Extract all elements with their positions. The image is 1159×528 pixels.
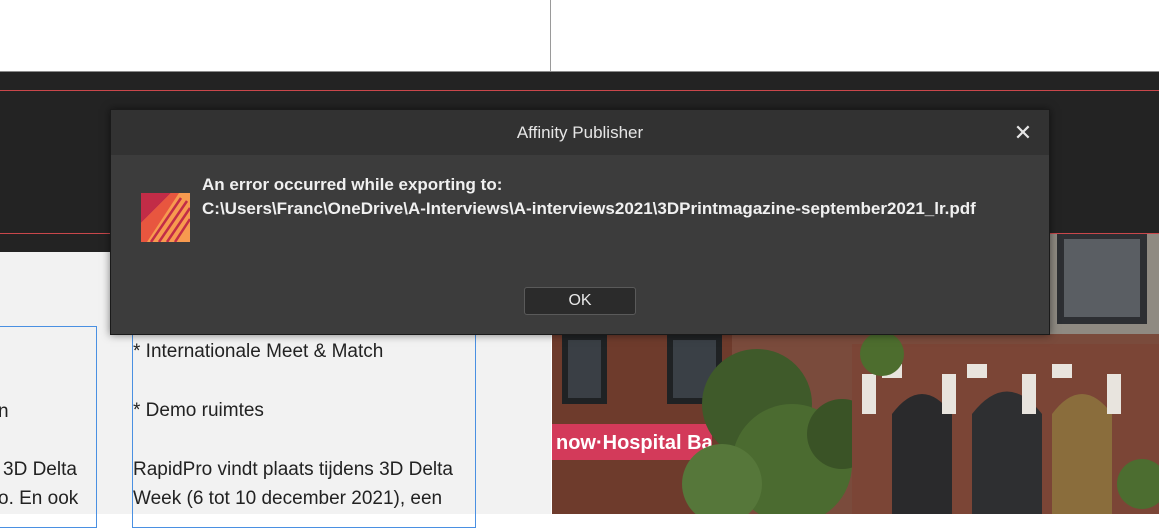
- left-column-text: n: [0, 401, 9, 422]
- right-column-text: Week (6 tot 10 december 2021), een: [133, 488, 443, 509]
- error-export-path: C:\Users\Franc\OneDrive\A-Interviews\A-i…: [202, 199, 976, 218]
- page-divider: [550, 0, 551, 72]
- right-column-text: * Internationale Meet & Match: [133, 341, 384, 362]
- ok-button[interactable]: OK: [524, 287, 636, 315]
- document-page-top-left: [0, 0, 551, 72]
- close-icon: ✕: [1013, 120, 1033, 145]
- dialog-title: Affinity Publisher: [516, 123, 644, 142]
- left-column-text: o. En ook: [0, 488, 79, 509]
- error-message-heading: An error occurred while exporting to:: [202, 175, 503, 194]
- document-page-top-right: [552, 0, 1159, 72]
- right-column-text: RapidPro vindt plaats tijdens 3D Delta: [133, 459, 454, 480]
- bleed-guide-top: [0, 90, 1159, 91]
- error-dialog: Affinity Publisher ✕ An error occurred w…: [110, 109, 1050, 335]
- affinity-publisher-icon: [141, 193, 190, 242]
- left-column-text: 3D Delta: [3, 459, 77, 480]
- right-column-text: * Demo ruimtes: [133, 400, 264, 421]
- close-button[interactable]: ✕: [1008, 118, 1038, 148]
- photo-sign-text: now·Hospital Ba: [556, 432, 714, 454]
